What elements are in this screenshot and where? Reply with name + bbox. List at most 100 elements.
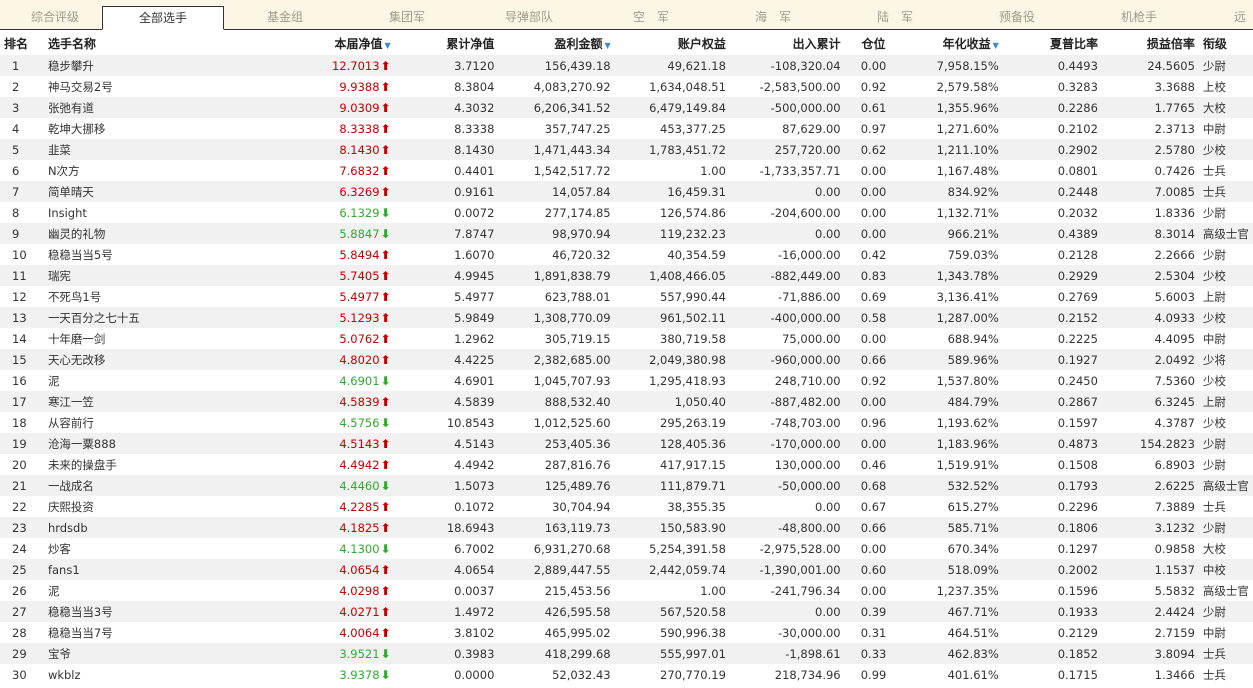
sort-down-icon[interactable]: ▼ [993, 41, 999, 50]
name-cell[interactable]: 炒客 [44, 538, 199, 559]
tab-2[interactable]: 基金组 [230, 0, 340, 30]
name-cell[interactable]: 十年磨一剑 [44, 328, 199, 349]
name-cell[interactable]: 不死鸟1号 [44, 286, 199, 307]
table-row[interactable]: 11 瑞宪 5.7405⬆ 4.9945 1,891,838.79 1,408,466.0… [0, 265, 1253, 286]
table-row[interactable]: 18 从容前行 4.5756⬇ 10.8543 1,012,525.60 295,263.… [0, 412, 1253, 433]
col-name[interactable]: 选手名称 [44, 31, 199, 55]
table-row[interactable]: 15 天心无改移 4.8020⬆ 4.4225 2,382,685.00 2,049,38… [0, 349, 1253, 370]
tab-9[interactable]: 机枪手 [1084, 0, 1194, 30]
pl-ratio-cell: 2.0492 [1154, 352, 1195, 367]
table-row[interactable]: 24 炒客 4.1300⬇ 6.7002 6,931,270.68 5,254,391.5… [0, 538, 1253, 559]
table-row[interactable]: 10 稳稳当当5号 5.8494⬆ 1.6070 46,720.32 40,354.59-… [0, 244, 1253, 265]
table-row[interactable]: 19 沧海一粟888 4.5143⬆ 4.5143 253,405.36 128,405.… [0, 433, 1253, 454]
name-cell[interactable]: fans1 [44, 559, 199, 580]
name-cell[interactable]: wkblz [44, 664, 199, 685]
name-cell[interactable]: 韭菜 [44, 139, 199, 160]
name-cell[interactable]: 稳步攀升 [44, 55, 199, 76]
table-row[interactable]: 20 未来的操盘手 4.4942⬆ 4.4942 287,816.76 417,917.1… [0, 454, 1253, 475]
sort-down-icon[interactable]: ▼ [604, 41, 610, 50]
table-row[interactable]: 1 稳步攀升 12.7013⬆ 3.7120 156,439.18 49,621.18 -1… [0, 55, 1253, 76]
nav-cell: 4.4942⬆ [199, 454, 395, 475]
name-cell[interactable]: 一天百分之七十五 [44, 307, 199, 328]
table-row[interactable]: 6 N次方 7.6832⬆ 0.4401 1,542,517.72 1.00 -1,733,… [0, 160, 1253, 181]
table-row[interactable]: 9 幽灵的礼物 5.8847⬇ 7.8747 98,970.94 119,232.23 0.… [0, 223, 1253, 244]
col-profit[interactable]: 盈利金额 ▼ [498, 31, 614, 55]
table-row[interactable]: 3 张弛有道 9.0309⬆ 4.3032 6,206,341.52 6,479,149.… [0, 97, 1253, 118]
name-cell[interactable]: 天心无改移 [44, 349, 199, 370]
table-row[interactable]: 8 Insight 6.1329⬇ 0.0072 277,174.85 126,574.8… [0, 202, 1253, 223]
name-cell[interactable]: 简单晴天 [44, 181, 199, 202]
table-row[interactable]: 30 wkblz 3.9378⬇ 0.0000 52,032.43 270,770.19 2… [0, 664, 1253, 685]
name-cell[interactable]: 寒江一笠 [44, 391, 199, 412]
sort-down-icon[interactable]: ▼ [384, 41, 390, 50]
name-cell[interactable]: 稳稳当当3号 [44, 601, 199, 622]
nav-cell: 5.4977⬆ [199, 286, 395, 307]
name-cell[interactable]: 神马交易2号 [44, 76, 199, 97]
tab-1[interactable]: 全部选手 [102, 6, 224, 30]
col-annual[interactable]: 年化收益 ▼ [902, 31, 1002, 55]
name-cell[interactable]: 宝爷 [44, 643, 199, 664]
name-cell[interactable]: hrdsdb [44, 517, 199, 538]
tab-6[interactable]: 海 军 [718, 0, 828, 30]
name-cell[interactable]: 张弛有道 [44, 97, 199, 118]
col-flow[interactable]: 出入累计 [730, 31, 845, 55]
tab-0[interactable]: 综合评级 [0, 0, 110, 30]
table-row[interactable]: 2 神马交易2号 9.9388⬆ 8.3804 4,083,270.92 1,634,04… [0, 76, 1253, 97]
tab-7[interactable]: 陆 军 [840, 0, 950, 30]
table-row[interactable]: 25 fans1 4.0654⬆ 4.0654 2,889,447.55 2,442,05… [0, 559, 1253, 580]
table-row[interactable]: 28 稳稳当当7号 4.0064⬆ 3.8102 465,995.02 590,996.3… [0, 622, 1253, 643]
table-row[interactable]: 7 简单晴天 6.3269⬆ 0.9161 14,057.84 16,459.31 0.00… [0, 181, 1253, 202]
table-row[interactable]: 4 乾坤大挪移 8.3338⬆ 8.3338 357,747.25 453,377.25 8… [0, 118, 1253, 139]
name-cell[interactable]: 泥 [44, 580, 199, 601]
col-cum[interactable]: 累计净值 [395, 31, 499, 55]
table-row[interactable]: 23 hrdsdb 4.1825⬆ 18.6943 163,119.73 150,583.… [0, 517, 1253, 538]
profit-cell: 305,719.15 [544, 331, 611, 346]
name-cell[interactable]: 从容前行 [44, 412, 199, 433]
name-cell[interactable]: 稳稳当当5号 [44, 244, 199, 265]
col-sharpe[interactable]: 夏普比率 [1003, 31, 1102, 55]
table-row[interactable]: 27 稳稳当当3号 4.0271⬆ 1.4972 426,595.58 567,520.5… [0, 601, 1253, 622]
annual-cell: 401.61% [947, 667, 999, 682]
col-nav[interactable]: 本届净值 ▼ [199, 31, 395, 55]
name-cell[interactable]: 庆熙投资 [44, 496, 199, 517]
equity-cell: 2,442,059.74 [649, 562, 726, 577]
nav-cell: 4.5143⬆ [199, 433, 395, 454]
table-row[interactable]: 22 庆熙投资 4.2285⬆ 0.1072 30,704.94 38,355.35 0.0… [0, 496, 1253, 517]
col-grade[interactable]: 衔级 [1199, 31, 1253, 55]
table-row[interactable]: 17 寒江一笠 4.5839⬆ 4.5839 888,532.40 1,050.40 -88… [0, 391, 1253, 412]
rank-cell: 15 [12, 352, 27, 367]
tab-3[interactable]: 集团军 [352, 0, 462, 30]
table-row[interactable]: 5 韭菜 8.1430⬆ 8.1430 1,471,443.34 1,783,451.72… [0, 139, 1253, 160]
name-cell[interactable]: 一战成名 [44, 475, 199, 496]
position-cell: 0.00 [860, 163, 887, 178]
col-position[interactable]: 仓位 [845, 31, 903, 55]
profit-cell: 215,453.56 [544, 583, 611, 598]
col-pl-ratio[interactable]: 损益倍率 [1102, 31, 1199, 55]
tab-8[interactable]: 预备役 [962, 0, 1072, 30]
name-cell[interactable]: Insight [44, 202, 199, 223]
table-row[interactable]: 13 一天百分之七十五 5.1293⬆ 5.9849 1,308,770.09 961,5… [0, 307, 1253, 328]
name-cell[interactable]: 瑞宪 [44, 265, 199, 286]
sharpe-cell: 0.1508 [1057, 457, 1098, 472]
tab-10[interactable]: 远 [1220, 0, 1253, 30]
table-row[interactable]: 29 宝爷 3.9521⬇ 0.3983 418,299.68 555,997.01 -1,… [0, 643, 1253, 664]
name-cell[interactable]: 幽灵的礼物 [44, 223, 199, 244]
tab-5[interactable]: 空 军 [596, 0, 706, 30]
equity-cell: 150,583.90 [660, 520, 726, 535]
name-cell[interactable]: 沧海一粟888 [44, 433, 199, 454]
col-equity[interactable]: 账户权益 [615, 31, 730, 55]
table-row[interactable]: 21 一战成名 4.4460⬇ 1.5073 125,489.76 111,879.71-… [0, 475, 1253, 496]
table-row[interactable]: 12 不死鸟1号 5.4977⬆ 5.4977 623,788.01 557,990.44… [0, 286, 1253, 307]
table-row[interactable]: 26 泥 4.0298⬆ 0.0037 215,453.56 1.00 -241,796.3… [0, 580, 1253, 601]
name-cell[interactable]: 乾坤大挪移 [44, 118, 199, 139]
grade-cell: 中校 [1202, 562, 1226, 577]
name-cell[interactable]: 未来的操盘手 [44, 454, 199, 475]
name-cell[interactable]: N次方 [44, 160, 199, 181]
name-cell[interactable]: 稳稳当当7号 [44, 622, 199, 643]
tab-4[interactable]: 导弹部队 [474, 0, 584, 30]
table-row[interactable]: 14 十年磨一剑 5.0762⬆ 1.2962 305,719.15 380,719.58… [0, 328, 1253, 349]
col-rank[interactable]: 排名 [0, 31, 44, 55]
name-cell[interactable]: 泥 [44, 370, 199, 391]
table-row[interactable]: 16 泥 4.6901⬇ 4.6901 1,045,707.93 1,295,418.93… [0, 370, 1253, 391]
cum-cell: 1.6070 [454, 247, 495, 262]
